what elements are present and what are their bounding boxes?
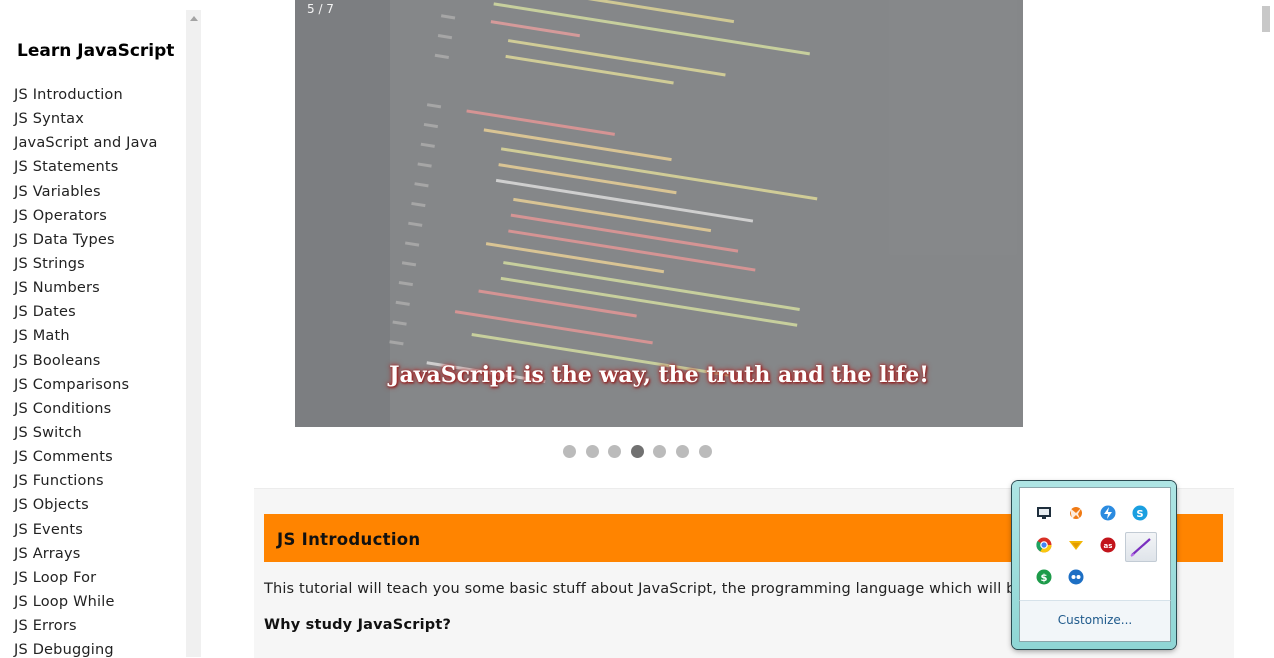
sidebar-item-js-switch[interactable]: JS Switch — [14, 423, 158, 447]
slide-dot-2[interactable] — [585, 445, 599, 458]
sidebar-item-js-variables[interactable]: JS Variables — [14, 182, 158, 206]
slide-dot-3[interactable] — [608, 445, 622, 458]
monitor-icon[interactable] — [1036, 505, 1052, 521]
sidebar-item-js-operators[interactable]: JS Operators — [14, 206, 158, 230]
tray-footer: Customize... — [1019, 600, 1171, 642]
sidebar-item-js-numbers[interactable]: JS Numbers — [14, 278, 158, 302]
sidebar-scrollbar[interactable] — [186, 10, 201, 657]
sidebar-list: JS Introduction JS Syntax JavaScript and J… — [14, 85, 158, 657]
slide-dot-1[interactable] — [563, 445, 576, 458]
sidebar-nav: Learn JavaScript JS Introduction JS Synta… — [0, 10, 186, 657]
camera-icon[interactable] — [1068, 569, 1084, 585]
lastfm-icon[interactable]: as — [1100, 537, 1116, 553]
sidebar-item-js-comments[interactable]: JS Comments — [14, 447, 158, 471]
section-title: JS Introduction — [277, 530, 421, 549]
tray-icon-area: S as $ — [1019, 487, 1171, 600]
page-scrollbar[interactable] — [1257, 0, 1274, 657]
slideshow-dots — [563, 445, 721, 458]
slide-counter: 5 / 7 — [307, 2, 334, 16]
sidebar-item-js-debugging[interactable]: JS Debugging — [14, 640, 158, 657]
sidebar-item-js-errors[interactable]: JS Errors — [14, 616, 158, 640]
sidebar-item-js-objects[interactable]: JS Objects — [14, 495, 158, 519]
sidebar-item-js-dates[interactable]: JS Dates — [14, 302, 158, 326]
subheading: Why study JavaScript? — [264, 617, 452, 633]
tray-overflow-popup: S as $ Customize... — [1012, 481, 1176, 649]
sidebar-item-js-comparisons[interactable]: JS Comparisons — [14, 375, 158, 399]
scroll-up-arrow-icon[interactable] — [190, 16, 198, 21]
svg-text:as: as — [1104, 542, 1113, 550]
sidebar-item-js-strings[interactable]: JS Strings — [14, 254, 158, 278]
page-scrollbar-thumb[interactable] — [1262, 6, 1270, 32]
pen-icon[interactable] — [1125, 532, 1157, 562]
slide-dot-5[interactable] — [653, 445, 667, 458]
sidebar-item-js-statements[interactable]: JS Statements — [14, 157, 158, 181]
wifi-icon[interactable] — [1068, 537, 1084, 553]
slideshow-image: 5 / 7 JavaScript is the way, the truth a… — [295, 0, 1023, 427]
sidebar-item-js-syntax[interactable]: JS Syntax — [14, 109, 158, 133]
sidebar-item-js-introduction[interactable]: JS Introduction — [14, 85, 158, 109]
sidebar-item-js-events[interactable]: JS Events — [14, 520, 158, 544]
slide-dot-6[interactable] — [675, 445, 689, 458]
customize-link[interactable]: Customize... — [1020, 613, 1170, 627]
sidebar-item-js-functions[interactable]: JS Functions — [14, 471, 158, 495]
slide-caption: JavaScript is the way, the truth and the… — [389, 362, 929, 388]
dollar-icon[interactable]: $ — [1036, 569, 1052, 585]
sidebar-item-js-loop-while[interactable]: JS Loop While — [14, 592, 158, 616]
intro-paragraph: This tutorial will teach you some basic … — [264, 581, 1022, 597]
skype-icon[interactable]: S — [1132, 505, 1148, 521]
chrome-icon[interactable] — [1036, 537, 1052, 553]
sidebar-item-js-loop-for[interactable]: JS Loop For — [14, 568, 158, 592]
avast-icon[interactable] — [1068, 505, 1084, 521]
sidebar-item-js-conditions[interactable]: JS Conditions — [14, 399, 158, 423]
sidebar-item-js-math[interactable]: JS Math — [14, 326, 158, 350]
svg-text:$: $ — [1041, 573, 1048, 584]
svg-text:S: S — [1136, 509, 1143, 520]
sidebar-item-js-booleans[interactable]: JS Booleans — [14, 351, 158, 375]
sidebar-item-js-data-types[interactable]: JS Data Types — [14, 230, 158, 254]
sidebar-item-javascript-and-java[interactable]: JavaScript and Java — [14, 133, 158, 157]
intro-text: This tutorial will teach you some basic … — [264, 581, 1022, 597]
slide-dot-7[interactable] — [698, 445, 712, 458]
lightning-icon[interactable] — [1100, 505, 1116, 521]
sidebar-title: Learn JavaScript — [17, 41, 175, 61]
slide-dot-4[interactable] — [630, 445, 644, 458]
sidebar-item-js-arrays[interactable]: JS Arrays — [14, 544, 158, 568]
